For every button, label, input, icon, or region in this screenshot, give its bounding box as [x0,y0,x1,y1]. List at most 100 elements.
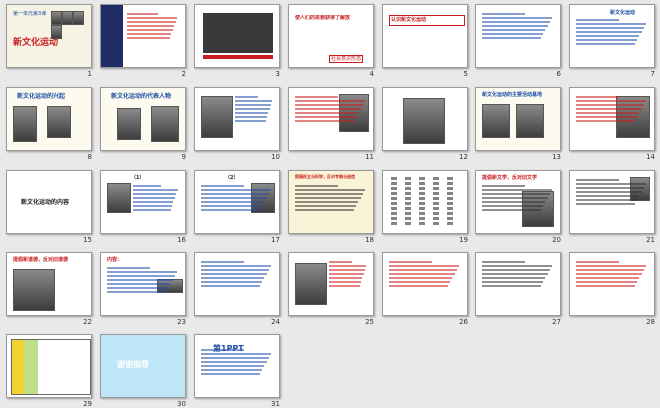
slide-number: 11 [365,153,374,161]
slide-photo [482,104,510,138]
slide-photo [51,25,62,39]
slide-number: 24 [271,318,280,326]
slide-thumbnail-14[interactable] [569,87,655,151]
slide-title: 提倡民主与科学，反对专制与迷信 [295,174,355,179]
slide-number: 4 [369,70,374,78]
slide-text-lines [127,13,179,41]
slide-thumbnail-8[interactable]: 新文化运动的兴起 [6,87,92,151]
slide-thumbnail-19[interactable] [382,170,468,234]
slide-thumbnail-21[interactable] [569,170,655,234]
slide-thumbnail-9[interactable]: 新文化运动的代表人物 [100,87,186,151]
slide-title: 新文化运动的兴起 [17,93,66,100]
slide-title: （2） [225,175,239,181]
slide-thumbnail-3[interactable] [194,4,280,68]
slide-number: 23 [177,318,186,326]
slide-title: 谢谢指导 [117,360,149,369]
slide-title: 内容： [107,257,123,263]
slide-thumbnail-26[interactable] [382,252,468,316]
slide-thumbnail-12[interactable] [382,87,468,151]
slide-photo [295,263,327,305]
slide-number: 18 [365,236,374,244]
slide-number: 2 [181,70,186,78]
slide-thumbnail-31[interactable]: 第1PPT [194,334,280,398]
slide-title: 新文化运动的代表人物 [111,93,172,100]
slide-thumbnail-25[interactable] [288,252,374,316]
slide-number: 28 [646,318,655,326]
slide-number: 16 [177,236,186,244]
slide-thumbnail-16[interactable]: （1） [100,170,186,234]
slide-thumbnail-7[interactable]: 新文化运动 [569,4,655,68]
slide-number: 13 [552,153,561,161]
slide-photo [73,11,84,25]
slide-text-lines [576,179,648,207]
slide-thumbnail-28[interactable] [569,252,655,316]
slide-body-text: 认识新文化运动 [389,15,465,26]
slide-thumbnail-1[interactable]: 新文化运动 第一单元第3课 [6,4,92,68]
slide-thumbnail-24[interactable] [194,252,280,316]
slide-text-lines [482,13,554,41]
slide-photo [13,106,37,142]
slide-thumbnail-13[interactable]: 新文化运动的主要活动基地 [475,87,561,151]
slide-thumbnail-20[interactable]: 提倡新文学，反对旧文学 [475,170,561,234]
slide-number: 17 [271,236,280,244]
slide-thumbnail-17[interactable]: （2） [194,170,280,234]
slide-photo [13,269,55,311]
slide-photo [201,96,233,138]
slide-number: 12 [459,153,468,161]
slide-number: 15 [83,236,92,244]
slide-thumbnail-5[interactable]: 认识新文化运动 [382,4,468,68]
slide-thumbnail-15[interactable]: 新文化运动的内容 [6,170,92,234]
slide-thumbnail-23[interactable]: 内容： [100,252,186,316]
slide-sorter: 新文化运动 第一单元第3课 1 2 3 使人们的思想获得了解放 社会意识形态 4 认识新文化运动… [0,0,660,408]
slide-vertical-text [419,177,425,227]
slide-number: 30 [177,400,186,408]
slide-number: 6 [556,70,561,78]
slide-number: 1 [87,70,92,78]
slide-thumbnail-4[interactable]: 使人们的思想获得了解放 社会意识形态 [288,4,374,68]
slide-title: 新文化运动的主要活动基地 [482,92,543,98]
slide-text-lines [482,261,554,289]
slide-body-text: 使人们的思想获得了解放 [295,15,351,21]
slide-bar [203,55,273,59]
slide-vertical-text [447,177,453,227]
slide-text-lines [482,185,554,213]
slide-number: 20 [552,236,561,244]
slide-photo [403,98,445,144]
slide-text-lines [235,96,273,124]
slide-photo [51,11,62,25]
slide-text-lines [576,19,648,47]
slide-number: 29 [83,400,92,408]
slide-number: 31 [271,400,280,408]
slide-text-lines [576,261,648,289]
slide-thumbnail-22[interactable]: 提倡新道德，反对旧道德 [6,252,92,316]
slide-text-lines [295,185,367,213]
slide-text-lines [389,261,461,289]
slide-thumbnail-29[interactable] [6,334,92,398]
slide-title: 提倡新道德，反对旧道德 [13,257,69,263]
slide-thumbnail-18[interactable]: 提倡民主与科学，反对专制与迷信 [288,170,374,234]
slide-thumbnail-10[interactable] [194,87,280,151]
slide-vertical-text [391,177,397,227]
slide-photo [151,106,179,142]
slide-thumbnail-11[interactable] [288,87,374,151]
slide-number: 5 [463,70,468,78]
slide-vertical-text [433,177,439,227]
slide-thumbnail-27[interactable] [475,252,561,316]
slide-title: （1） [131,175,145,181]
slide-photo [107,183,131,213]
slide-thumbnail-2[interactable] [100,4,186,68]
slide-thumbnail-30[interactable]: 谢谢指导 [100,334,186,398]
slide-title: 新文化运动的内容 [21,199,70,206]
slide-thumbnail-6[interactable] [475,4,561,68]
slide-number: 14 [646,153,655,161]
slide-subtitle: 第一单元第3课 [13,11,47,17]
slide-number: 8 [87,153,92,161]
slide-text-lines [329,261,367,289]
slide-photo [203,13,273,53]
slide-number: 10 [271,153,280,161]
slide-number: 22 [83,318,92,326]
slide-vertical-text [405,177,411,227]
slide-number: 7 [650,70,655,78]
slide-text-lines [107,267,179,295]
slide-text-lines [201,349,273,377]
